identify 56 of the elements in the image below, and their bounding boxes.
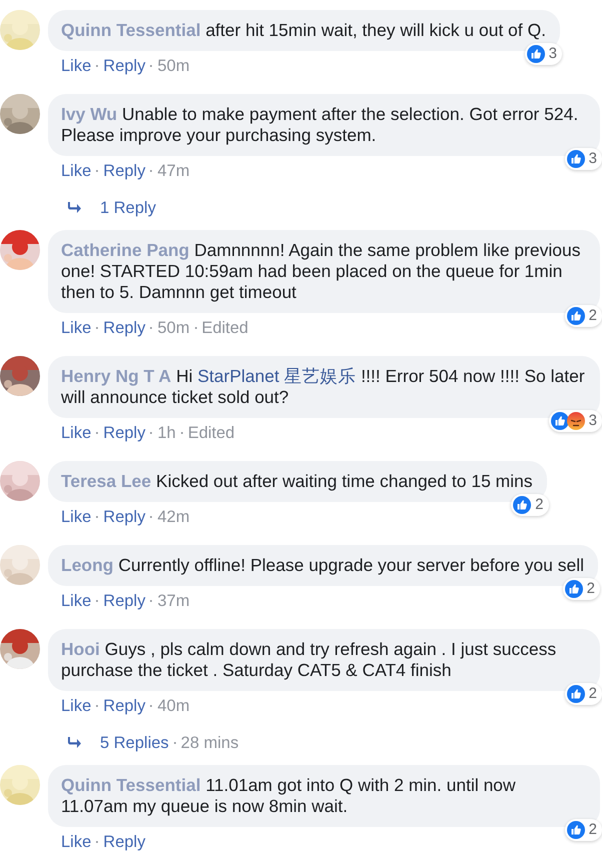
thumbs-up-icon: [566, 150, 585, 168]
reply-link[interactable]: Reply: [103, 697, 146, 715]
reply-link[interactable]: Reply: [103, 508, 146, 526]
reply-link[interactable]: Reply: [103, 57, 146, 75]
like-link[interactable]: Like: [61, 592, 92, 610]
edited-label: Edited: [202, 319, 248, 337]
timestamp: 37m: [157, 592, 190, 610]
comment-text: Hooi Guys , pls calm down and try refresh again . I just success purchase the ticket . Saturday CAT5 & CAT4 finish: [61, 639, 556, 680]
like-link[interactable]: Like: [61, 319, 92, 337]
timestamp: 40m: [157, 697, 190, 715]
timestamp: 1h: [157, 424, 176, 442]
thumbs-up-icon: [566, 307, 585, 325]
like-link[interactable]: Like: [61, 162, 92, 180]
mention-link[interactable]: StarPlanet 星艺娱乐: [197, 366, 356, 386]
timestamp: 42m: [157, 508, 190, 526]
like-link[interactable]: Like: [61, 697, 92, 715]
comment-text: Leong Currently offline! Please upgrade your server before you sell: [61, 555, 584, 575]
comment-text: Ivy Wu Unable to make payment after the selection. Got error 524. Please improve your purchasing system.: [61, 104, 578, 145]
like-link[interactable]: Like: [61, 833, 92, 851]
reply-arrow-icon: [67, 737, 81, 749]
like-link[interactable]: Like: [61, 57, 92, 75]
comment-text: Henry Ng T A Hi StarPlanet 星艺娱乐 !!!! Error 504 now !!!! So later will announce ticket sold out?: [61, 366, 585, 407]
reaction-badge[interactable]: 2: [564, 819, 602, 841]
like-link[interactable]: Like: [61, 508, 92, 526]
reply-link[interactable]: Reply: [103, 833, 146, 851]
timestamp: 28 mins: [180, 734, 239, 752]
timestamp: 47m: [157, 162, 190, 180]
reaction-badge[interactable]: 3: [548, 410, 602, 432]
comment-text: Quinn Tessential after hit 15min wait, they will kick u out of Q.: [61, 20, 546, 40]
reply-link[interactable]: Reply: [103, 319, 146, 337]
thumbs-up-icon: [550, 412, 569, 430]
reply-link[interactable]: Reply: [103, 424, 146, 442]
reaction-badge[interactable]: 2: [564, 683, 602, 705]
reaction-badge[interactable]: 2: [562, 578, 600, 600]
replies-link[interactable]: 1 Reply: [100, 199, 156, 217]
replies-link[interactable]: 5 Replies: [100, 734, 169, 752]
reply-link[interactable]: Reply: [103, 592, 146, 610]
like-link[interactable]: Like: [61, 424, 92, 442]
comment-text: Quinn Tessential 11.01am got into Q with 2 min. until now 11.07am my queue is now 8min wait.: [61, 775, 516, 816]
thumbs-up-icon: [564, 580, 583, 598]
timestamp: 50m: [157, 57, 190, 75]
timestamp: 50m: [157, 319, 190, 337]
reaction-badge[interactable]: 2: [564, 305, 602, 327]
reply-link[interactable]: Reply: [103, 162, 146, 180]
reaction-badge[interactable]: 3: [524, 43, 562, 65]
thumbs-up-icon: [566, 685, 585, 703]
thumbs-up-icon: [513, 496, 532, 514]
reaction-badge[interactable]: 2: [511, 494, 548, 516]
reply-arrow-icon: [67, 202, 81, 214]
edited-label: Edited: [188, 424, 235, 442]
reaction-badge[interactable]: 3: [564, 148, 602, 170]
comment-text: Teresa Lee Kicked out after waiting time changed to 15 mins: [61, 471, 532, 491]
thumbs-up-icon: [566, 821, 585, 839]
angry-face-icon: [566, 412, 585, 430]
thumbs-up-icon: [526, 45, 545, 63]
comment-text: Catherine Pang Damnnnnn! Again the same problem like previous one! STARTED 10:59am had been placed on the queue for 1min then to 5. Damnnn get timeout: [61, 240, 580, 302]
